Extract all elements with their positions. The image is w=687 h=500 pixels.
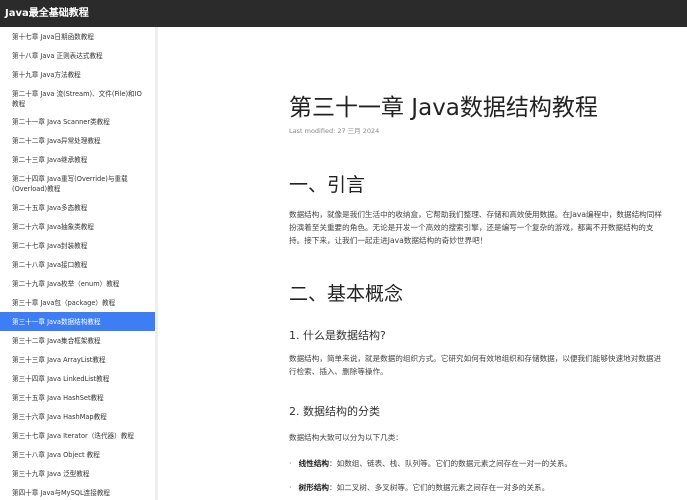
sidebar-item[interactable]: 第二十五章 Java多态教程 — [0, 198, 155, 217]
list-item: · 树形结构：如二叉树、多叉树等。它们的数据元素之间存在一对多的关系。 — [289, 483, 550, 492]
sidebar-item[interactable]: 第十九章 Java方法教程 — [0, 65, 155, 84]
heading-what: 1. 什么是数据结构? — [289, 329, 386, 342]
site-title[interactable]: Java最全基础教程 — [5, 8, 89, 19]
types-intro: 数据结构大致可以分为以下几类： — [289, 433, 403, 442]
sidebar-item[interactable]: 第三十一章 Java数据结构教程 — [0, 312, 155, 331]
sidebar-item[interactable]: 第三十三章 Java ArrayList教程 — [0, 350, 155, 369]
sidebar-item[interactable]: 第十七章 Java日期函数教程 — [0, 27, 155, 46]
sidebar-item[interactable]: 第二十七章 Java封装教程 — [0, 236, 155, 255]
sidebar-item[interactable]: 第三十章 Java包（package）教程 — [0, 293, 155, 312]
sidebar-item[interactable]: 第十八章 Java 正则表达式教程 — [0, 46, 155, 65]
sidebar-nav: 第十七章 Java日期函数教程 第十八章 Java 正则表达式教程 第十九章 Jav… — [0, 27, 156, 500]
site-header: Java最全基础教程 — [0, 0, 687, 27]
sidebar-item[interactable]: 第二十四章 Java重写(Override)与重载(Overload)教程 — [0, 170, 155, 199]
sidebar-item[interactable]: 第二十二章 Java异常处理教程 — [0, 132, 155, 151]
sidebar-item[interactable]: 第二十三章 Java继承教程 — [0, 151, 155, 170]
heading-types: 2. 数据结构的分类 — [289, 405, 380, 418]
intro-paragraph: 数据结构，就像是我们生活中的收纳盒，它帮助我们整理、存储和高效使用数据。在Jav… — [289, 210, 662, 245]
sidebar-item[interactable]: 第三十九章 Java 泛型教程 — [0, 464, 155, 483]
sidebar-item[interactable]: 第三十二章 Java集合框架教程 — [0, 331, 155, 350]
sidebar-item[interactable]: 第二十一章 Java Scanner类教程 — [0, 113, 155, 132]
sidebar-item[interactable]: 第二十六章 Java抽象类教程 — [0, 217, 155, 236]
page-title: 第三十一章 Java数据结构教程 — [289, 95, 598, 121]
heading-intro: 一、引言 — [289, 174, 366, 196]
last-modified: Last modified: 27 三月 2024 — [289, 127, 380, 135]
what-paragraph: 数据结构，简单来说，就是数据的组织方式。它研究如何有效地组织和存储数据，以便我们… — [289, 354, 662, 376]
sidebar-item[interactable]: 第二十八章 Java接口教程 — [0, 255, 155, 274]
sidebar-item[interactable]: 第三十五章 Java HashSet教程 — [0, 388, 155, 407]
sidebar-item[interactable]: 第三十六章 Java HashMap教程 — [0, 407, 155, 426]
sidebar-scrollbar[interactable] — [155, 27, 158, 500]
sidebar-item[interactable]: 第二十九章 Java枚举（enum）教程 — [0, 274, 155, 293]
sidebar-item[interactable]: 第三十八章 Java Object 教程 — [0, 445, 155, 464]
sidebar-item[interactable]: 第二十章 Java 流(Stream)、文件(File)和IO教程 — [0, 84, 155, 113]
heading-basic: 二、基本概念 — [289, 283, 404, 305]
sidebar-item[interactable]: 第三十七章 Java Iterator（迭代器）教程 — [0, 426, 155, 445]
sidebar-item[interactable]: 第三十四章 Java LinkedList教程 — [0, 369, 155, 388]
sidebar-item[interactable]: 第四十章 Java与MySQL连接教程 — [0, 483, 155, 500]
list-item: · 线性结构：如数组、链表、栈、队列等。它们的数据元素之间存在一对一的关系。 — [289, 459, 573, 468]
